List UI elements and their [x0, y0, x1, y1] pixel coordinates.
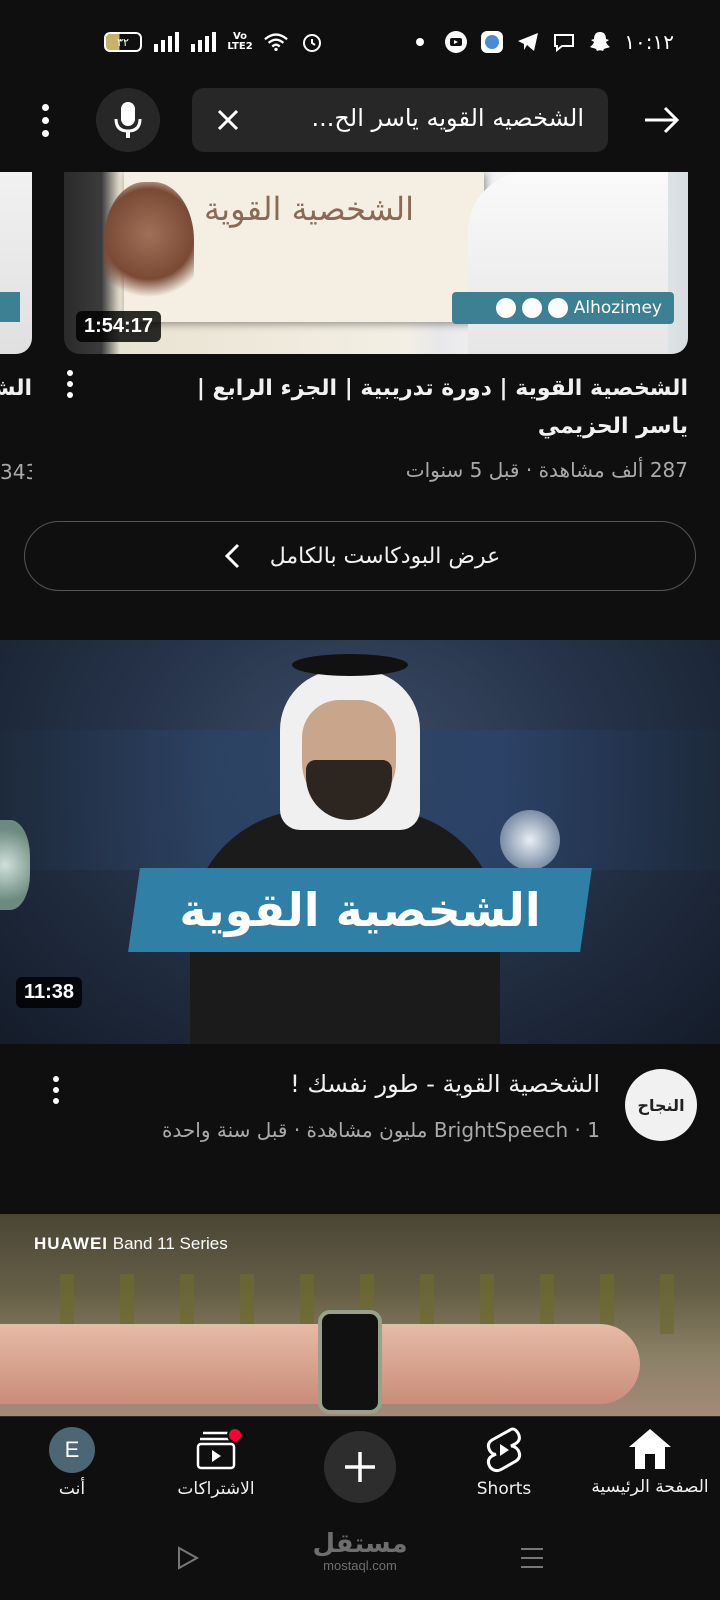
nav-you-label: أنت	[58, 1479, 86, 1499]
thumb-calligraphy: الشخصية القوية	[204, 190, 414, 228]
twitter-icon	[547, 298, 568, 318]
voice-search-button[interactable]	[96, 88, 160, 152]
watermark-en: mostaql.com	[323, 1558, 397, 1573]
home-icon	[629, 1429, 671, 1469]
create-button[interactable]	[324, 1431, 396, 1503]
nav-subscriptions-label: الاشتراكات	[177, 1479, 255, 1499]
status-bar: ٣٢ Vo LTE2 ١٠:١٢	[0, 0, 720, 88]
thumb-brand-text: HUAWEI Band 11 Series	[34, 1234, 228, 1254]
search-header: الشخصيه القويه ياسر الح...	[0, 88, 720, 152]
thumb-brand-bold: HUAWEI	[34, 1234, 108, 1253]
view-full-podcast-label: عرض البودكاست بالكامل	[269, 543, 501, 569]
shorts-icon	[486, 1427, 522, 1473]
nav-home-label: الصفحة الرئيسية	[591, 1477, 709, 1497]
back-triangle-icon[interactable]	[168, 1538, 208, 1578]
video-meta: BrightSpeech · 1 مليون مشاهدة · قبل سنة …	[161, 1118, 600, 1142]
thumb-tree-illustration	[104, 182, 194, 312]
alarm-icon	[300, 30, 324, 54]
more-vert-icon[interactable]	[46, 1076, 66, 1112]
next-video-thumbnail[interactable]: HUAWEI Band 11 Series	[0, 1214, 720, 1416]
nav-home[interactable]: الصفحة الرئيسية	[580, 1427, 720, 1497]
youtube-notif-icon	[444, 30, 468, 54]
telegram-icon	[516, 30, 540, 54]
battery-level: ٣٢	[117, 35, 129, 49]
more-vert-icon[interactable]	[30, 100, 60, 140]
thumb-brand: Alhozimey	[573, 298, 662, 318]
microphone-icon	[114, 102, 142, 138]
signal-icon	[154, 32, 179, 52]
app-notif-icon	[480, 30, 504, 54]
podcast-thumbnail[interactable]: الشخصية القوية Alhozimey 1:54:17	[64, 172, 688, 354]
battery-icon: ٣٢	[104, 32, 142, 52]
thumb-igal	[292, 654, 408, 676]
side-video-thumbnail[interactable]	[0, 172, 32, 354]
signal-2-icon	[191, 32, 216, 52]
thumb-speaker	[468, 172, 668, 354]
plus-icon	[345, 1452, 375, 1482]
thumb-smartwatch	[318, 1310, 382, 1414]
watermark: مستقل mostaql.com	[310, 1530, 410, 1573]
podcast-episode-title[interactable]: الشخصية القوية | دورة تدريبية | الجزء ال…	[150, 370, 688, 446]
thumb-social-banner: Alhozimey	[452, 292, 674, 324]
youtube-icon	[495, 298, 516, 318]
thumb-lamp-left	[0, 820, 30, 910]
wifi-icon	[264, 30, 288, 54]
duration-badge: 1:54:17	[76, 311, 161, 342]
thumb-lamp	[500, 810, 560, 870]
thumb-brand-rest: Band 11 Series	[112, 1234, 228, 1253]
search-input[interactable]: الشخصيه القويه ياسر الح...	[192, 88, 608, 152]
bottom-navigation: E أنت الاشتراكات Shorts الصفحة الرئيسية	[0, 1416, 720, 1516]
more-vert-icon[interactable]	[60, 370, 80, 400]
side-video-meta: 343	[0, 460, 32, 484]
video-thumbnail[interactable]: الشخصية القوية 11:38	[0, 640, 720, 1044]
nav-subscriptions[interactable]: الاشتراكات	[156, 1427, 276, 1499]
status-time: ١٠:١٢	[624, 30, 674, 54]
view-full-podcast-button[interactable]: عرض البودكاست بالكامل	[24, 521, 696, 591]
system-navigation: مستقل mostaql.com	[0, 1516, 720, 1600]
nav-you[interactable]: E أنت	[42, 1427, 102, 1499]
chat-icon	[552, 30, 576, 54]
snapchat-icon	[588, 30, 612, 54]
notification-dot	[227, 1427, 243, 1443]
podcast-episode-meta: 287 ألف مشاهدة · قبل 5 سنوات	[405, 458, 688, 482]
dot-icon	[408, 30, 432, 54]
status-icons-right	[408, 30, 612, 54]
avatar: E	[49, 1427, 95, 1473]
close-icon[interactable]	[210, 102, 246, 138]
status-icons-left: ٣٢ Vo LTE2	[104, 30, 324, 54]
side-video-title[interactable]: الش الح	[0, 370, 32, 408]
nav-shorts[interactable]: Shorts	[464, 1427, 544, 1499]
recents-menu-icon[interactable]	[512, 1538, 552, 1578]
thumb-title-text: الشخصية القوية	[179, 883, 541, 937]
nav-shorts-label: Shorts	[476, 1479, 532, 1499]
telegram-icon	[521, 298, 542, 318]
chevron-left-icon	[220, 543, 244, 569]
volte-icon: Vo LTE2	[227, 31, 253, 52]
watermark-ar: مستقل	[312, 1529, 408, 1559]
search-query: الشخصيه القويه ياسر الح...	[311, 104, 584, 132]
duration-badge: 11:38	[16, 977, 83, 1008]
channel-avatar[interactable]: النجاح	[625, 1069, 697, 1141]
subscriptions-icon	[191, 1427, 243, 1473]
video-title[interactable]: الشخصية القوية - طور نفسك !	[120, 1070, 600, 1098]
arrow-right-icon[interactable]	[640, 100, 684, 140]
